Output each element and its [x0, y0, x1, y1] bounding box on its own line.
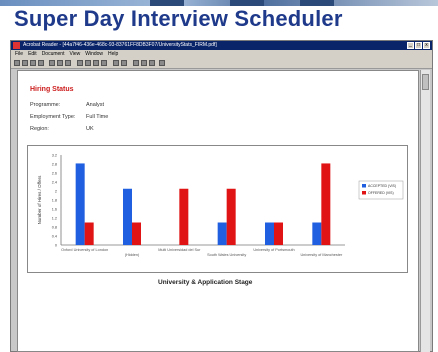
minimize-button[interactable]: _ [407, 42, 414, 49]
bar-offered [179, 188, 189, 245]
scrollbar-thumb[interactable] [422, 74, 429, 90]
field-value-region: UK [86, 126, 94, 132]
hiring-bar-chart: 3.2 2.8 2.6 2.4 2 1.8 1.6 1.2 0.8 0.4 0 Number of H… [37, 154, 404, 257]
bar-accepted [265, 222, 274, 245]
fit-page-icon[interactable] [141, 60, 147, 66]
save-icon[interactable] [22, 60, 28, 66]
slide-title: Super Day Interview Scheduler [14, 6, 343, 31]
x-tick-label: University of Manchester [300, 253, 343, 257]
menu-bar: File Edit Document View Window Help [11, 50, 432, 58]
print-icon[interactable] [30, 60, 36, 66]
acrobat-app-icon [13, 42, 20, 49]
bar-accepted [217, 222, 227, 245]
y-tick-label: 1.8 [52, 199, 57, 203]
field-label-employment-type: Employment Type: [30, 114, 76, 120]
menu-window[interactable]: Window [85, 50, 103, 58]
field-label-programme: Programme: [30, 102, 61, 108]
x-tick-label: (Hidden) [125, 253, 140, 257]
bar-offered [321, 163, 331, 245]
forward-icon[interactable] [121, 60, 127, 66]
bar-accepted [312, 222, 322, 245]
back-icon[interactable] [113, 60, 119, 66]
bar-offered [132, 222, 141, 245]
field-value-employment-type: Full Time [86, 114, 109, 120]
menu-document[interactable]: Document [42, 50, 65, 58]
toolbar [11, 58, 432, 69]
y-tick-label: 0.8 [52, 226, 57, 230]
bar-offered [274, 222, 283, 245]
x-tick-label: South Wales University [207, 253, 246, 257]
field-value-programme: Analyst [86, 102, 105, 108]
next-page-icon[interactable] [93, 60, 99, 66]
maximize-button[interactable]: □ [415, 42, 422, 49]
y-tick-label: 3.2 [52, 154, 57, 158]
legend-swatch [362, 184, 366, 188]
email-icon[interactable] [38, 60, 44, 66]
legend-label: ACCEPTED (VIS) [368, 184, 396, 188]
x-tick-label: Oxford University of London [61, 248, 108, 252]
pdf-page: Hiring Status Programme: Analyst Employm… [17, 70, 419, 352]
acrobat-window: Acrobat Reader - [44a7f46-436e-468c-93-8… [10, 40, 433, 352]
y-tick-label: 2.6 [52, 172, 57, 176]
menu-view[interactable]: View [69, 50, 80, 58]
zoom-tool-icon[interactable] [57, 60, 63, 66]
menu-help[interactable]: Help [108, 50, 118, 58]
y-tick-label: 2.4 [52, 181, 57, 185]
y-tick-label: 0.4 [52, 235, 57, 239]
actual-size-icon[interactable] [133, 60, 139, 66]
y-tick-label: 1.2 [52, 217, 57, 221]
y-tick-label: 0 [55, 244, 57, 248]
bar-accepted [75, 163, 85, 245]
chart-x-axis-label: University & Application Stage [158, 279, 253, 286]
x-tick-label: University of Portsmouth [253, 248, 294, 252]
legend-swatch [362, 191, 366, 195]
open-icon[interactable] [14, 60, 20, 66]
field-label-region: Region: [30, 126, 49, 132]
hand-tool-icon[interactable] [49, 60, 55, 66]
window-titlebar: Acrobat Reader - [44a7f46-436e-468c-93-8… [11, 41, 432, 50]
last-page-icon[interactable] [101, 60, 107, 66]
report-heading: Hiring Status [30, 86, 74, 93]
y-tick-label: 2 [55, 190, 57, 194]
binoculars-icon[interactable] [159, 60, 165, 66]
legend-label: OFFERED (VIS) [368, 191, 394, 195]
first-page-icon[interactable] [77, 60, 83, 66]
bar-offered [226, 188, 236, 245]
menu-edit[interactable]: Edit [28, 50, 37, 58]
fit-width-icon[interactable] [149, 60, 155, 66]
close-button[interactable]: x [423, 42, 430, 49]
bar-offered [84, 222, 94, 245]
y-tick-label: 1.6 [52, 208, 57, 212]
x-tick-label: Multi Universidad del Sur [158, 248, 201, 252]
text-select-icon[interactable] [65, 60, 71, 66]
prev-page-icon[interactable] [85, 60, 91, 66]
menu-file[interactable]: File [15, 50, 23, 58]
window-title: Acrobat Reader - [44a7f46-436e-468c-93-8… [23, 42, 217, 48]
vertical-scrollbar[interactable] [420, 70, 430, 352]
bar-accepted [123, 188, 132, 245]
y-axis-label: Number of Hires / Offers [37, 175, 42, 224]
y-tick-label: 2.8 [52, 163, 57, 167]
